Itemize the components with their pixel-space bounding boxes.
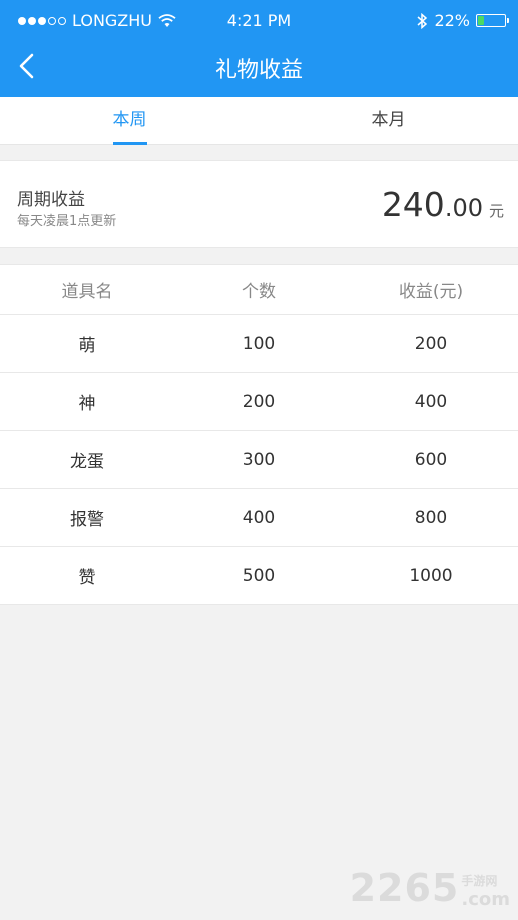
summary-title: 周期收益: [17, 190, 85, 210]
watermark-number: 2265: [349, 866, 460, 910]
amount-unit: 元: [488, 202, 504, 220]
cell-earnings: 800: [414, 507, 448, 528]
bluetooth-icon: [417, 12, 428, 29]
summary-subtitle: 每天凌晨1点更新: [17, 214, 117, 229]
cell-count: 200: [242, 391, 276, 412]
watermark-com: .com: [461, 889, 510, 910]
cell-item-name: 赞: [78, 568, 96, 588]
cell-earnings: 600: [414, 449, 448, 470]
amount-decimal: .00: [444, 194, 483, 222]
battery-icon: [476, 14, 509, 27]
top-bar: LONGZHU 4:21 PM 22% 礼物收益: [0, 0, 518, 97]
cell-item-name: 报警: [70, 510, 104, 530]
cell-earnings: 1000: [409, 565, 453, 586]
page-title: 礼物收益: [214, 58, 303, 83]
cell-item-name: 神: [78, 394, 96, 414]
summary-amount: 240 .00 元: [382, 185, 504, 224]
watermark-cn: 手游网: [461, 874, 498, 888]
table-row: 神 200 400: [0, 373, 518, 431]
site-watermark: 2265 手游网 .com: [350, 866, 510, 910]
cell-earnings: 400: [414, 391, 448, 412]
tab-this-week[interactable]: 本周: [0, 97, 259, 145]
tab-this-month[interactable]: 本月: [259, 97, 518, 144]
gift-earnings-table: 道具名 个数 收益(元) 萌 100 200 神 200 400 龙蛋 300 …: [0, 264, 518, 605]
table-header: 道具名 个数 收益(元): [0, 265, 518, 315]
cell-count: 100: [242, 333, 276, 354]
status-bar: LONGZHU 4:21 PM 22%: [0, 0, 518, 42]
cell-count: 400: [242, 507, 276, 528]
amount-integer: 240: [381, 185, 445, 224]
header-count: 个数: [242, 282, 276, 302]
table-row: 赞 500 1000: [0, 547, 518, 605]
cell-earnings: 200: [414, 333, 448, 354]
cell-item-name: 龙蛋: [70, 452, 104, 472]
nav-bar: 礼物收益: [0, 42, 518, 97]
cell-count: 300: [242, 449, 276, 470]
battery-percent: 22%: [434, 11, 470, 30]
table-row: 萌 100 200: [0, 315, 518, 373]
table-row: 龙蛋 300 600: [0, 431, 518, 489]
period-tabs: 本周 本月: [0, 97, 518, 145]
status-right: 22%: [416, 11, 509, 30]
earnings-summary: 周期收益 每天凌晨1点更新 240 .00 元: [0, 160, 518, 248]
header-item-name: 道具名: [61, 282, 113, 302]
cell-item-name: 萌: [78, 336, 96, 356]
cell-count: 500: [242, 565, 276, 586]
table-row: 报警 400 800: [0, 489, 518, 547]
header-earnings: 收益(元): [398, 282, 464, 302]
